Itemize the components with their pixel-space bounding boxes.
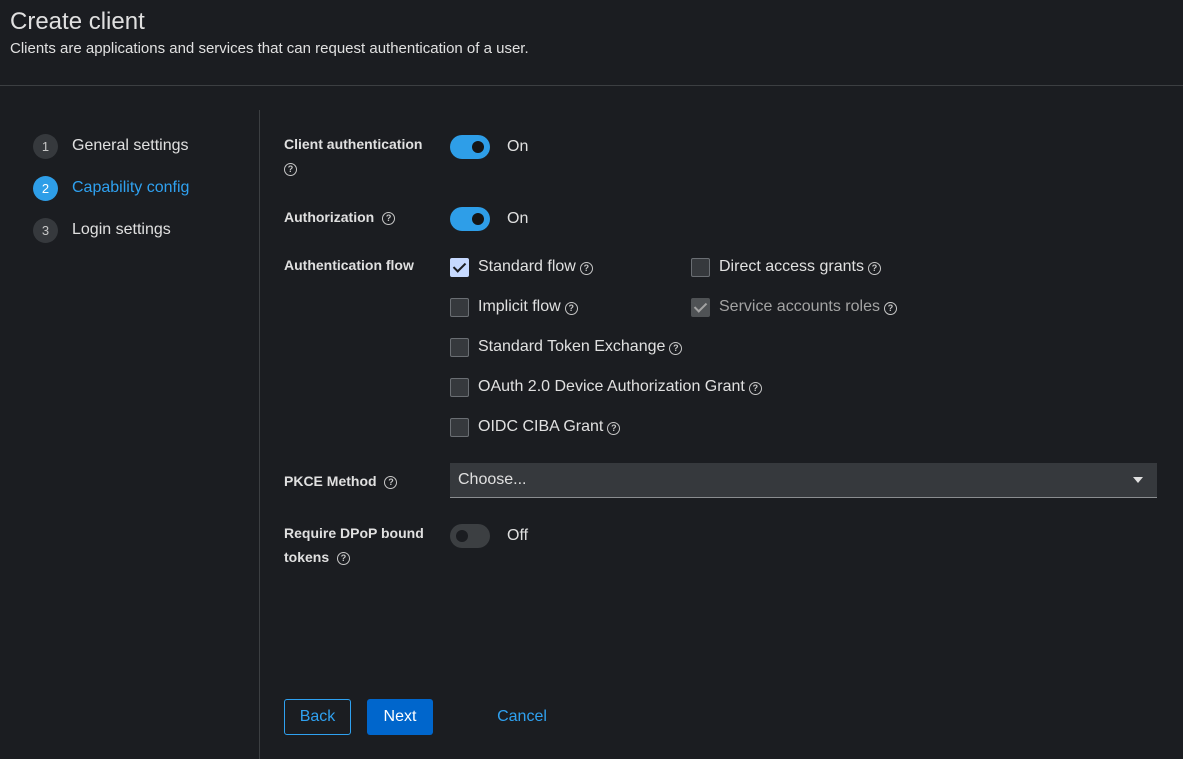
- step-label: General settings: [72, 137, 189, 154]
- toggle-state-text: On: [507, 210, 529, 227]
- page-subtitle: Clients are applications and services th…: [10, 40, 529, 57]
- toggle-switch[interactable]: [450, 135, 490, 159]
- service-accounts-roles-checkbox: Service accounts roles ?: [691, 297, 897, 317]
- checkbox[interactable]: [450, 417, 469, 437]
- client-auth-label: Client authentication ?: [284, 132, 422, 180]
- check-label: Service accounts roles: [719, 298, 880, 315]
- authorization-label-text: Authorization: [284, 209, 375, 225]
- checkbox[interactable]: [450, 337, 469, 357]
- check-label: Standard Token Exchange: [478, 338, 666, 355]
- help-icon[interactable]: ?: [579, 262, 593, 275]
- help-icon[interactable]: ?: [669, 342, 683, 355]
- cancel-button[interactable]: Cancel: [485, 699, 559, 735]
- caret-down-icon: [1133, 477, 1143, 483]
- oidc-ciba-grant-checkbox[interactable]: OIDC CIBA Grant ?: [450, 417, 621, 437]
- wizard-steps-nav: 1 General settings 2 Capability config 3…: [0, 110, 260, 759]
- check-label: OAuth 2.0 Device Authorization Grant: [478, 378, 745, 395]
- help-icon[interactable]: ?: [748, 382, 762, 395]
- help-icon[interactable]: ?: [384, 475, 398, 489]
- pkce-method-label-text: PKCE Method: [284, 473, 377, 489]
- check-label: Direct access grants: [719, 258, 864, 275]
- client-auth-label-text: Client authentication: [284, 136, 423, 152]
- dpop-label-line1: Require DPoP bound: [284, 525, 424, 541]
- authorization-switch[interactable]: On: [450, 207, 528, 231]
- checkbox[interactable]: [450, 377, 469, 397]
- help-icon[interactable]: ?: [607, 422, 621, 435]
- help-icon[interactable]: ?: [382, 211, 396, 225]
- step-general-settings[interactable]: 1 General settings: [33, 133, 189, 159]
- page-header: Create client Clients are applications a…: [0, 0, 1183, 86]
- check-label: Standard flow: [478, 258, 576, 275]
- next-button[interactable]: Next: [367, 699, 433, 735]
- help-icon[interactable]: ?: [883, 302, 897, 315]
- authorization-label: Authorization ?: [284, 205, 396, 229]
- device-authorization-grant-checkbox[interactable]: OAuth 2.0 Device Authorization Grant ?: [450, 377, 762, 397]
- help-icon[interactable]: ?: [867, 262, 881, 275]
- client-auth-switch[interactable]: On: [450, 135, 528, 159]
- back-button[interactable]: Back: [284, 699, 351, 735]
- step-login-settings[interactable]: 3 Login settings: [33, 217, 171, 243]
- check-label: OIDC CIBA Grant: [478, 418, 604, 435]
- help-icon[interactable]: ?: [284, 162, 297, 176]
- help-icon[interactable]: ?: [564, 302, 578, 315]
- checkbox[interactable]: [450, 257, 469, 277]
- direct-access-grants-checkbox[interactable]: Direct access grants ?: [691, 257, 881, 277]
- implicit-flow-checkbox[interactable]: Implicit flow ?: [450, 297, 578, 317]
- step-label: Capability config: [72, 179, 190, 196]
- dpop-label: Require DPoP bound tokens ?: [284, 521, 424, 569]
- standard-token-exchange-checkbox[interactable]: Standard Token Exchange ?: [450, 337, 683, 357]
- step-number: 2: [33, 175, 58, 201]
- dpop-switch[interactable]: Off: [450, 524, 528, 548]
- toggle-state-text: Off: [507, 527, 529, 544]
- checkbox[interactable]: [691, 257, 710, 277]
- auth-flow-label: Authentication flow: [284, 257, 414, 273]
- step-number: 1: [33, 133, 58, 159]
- standard-flow-checkbox[interactable]: Standard flow ?: [450, 257, 593, 277]
- checkbox[interactable]: [450, 297, 469, 317]
- select-value: Choose...: [458, 471, 527, 488]
- checkbox: [691, 297, 710, 317]
- pkce-method-select[interactable]: Choose...: [450, 463, 1157, 498]
- page-title: Create client: [10, 8, 145, 35]
- dpop-label-line2: tokens: [284, 549, 330, 565]
- toggle-switch[interactable]: [450, 207, 490, 231]
- toggle-switch[interactable]: [450, 524, 490, 548]
- pkce-method-label: PKCE Method ?: [284, 469, 398, 493]
- step-label: Login settings: [72, 221, 171, 238]
- toggle-state-text: On: [507, 138, 529, 155]
- step-number: 3: [33, 217, 58, 243]
- help-icon[interactable]: ?: [337, 551, 351, 565]
- check-label: Implicit flow: [478, 298, 561, 315]
- step-capability-config[interactable]: 2 Capability config: [33, 175, 189, 201]
